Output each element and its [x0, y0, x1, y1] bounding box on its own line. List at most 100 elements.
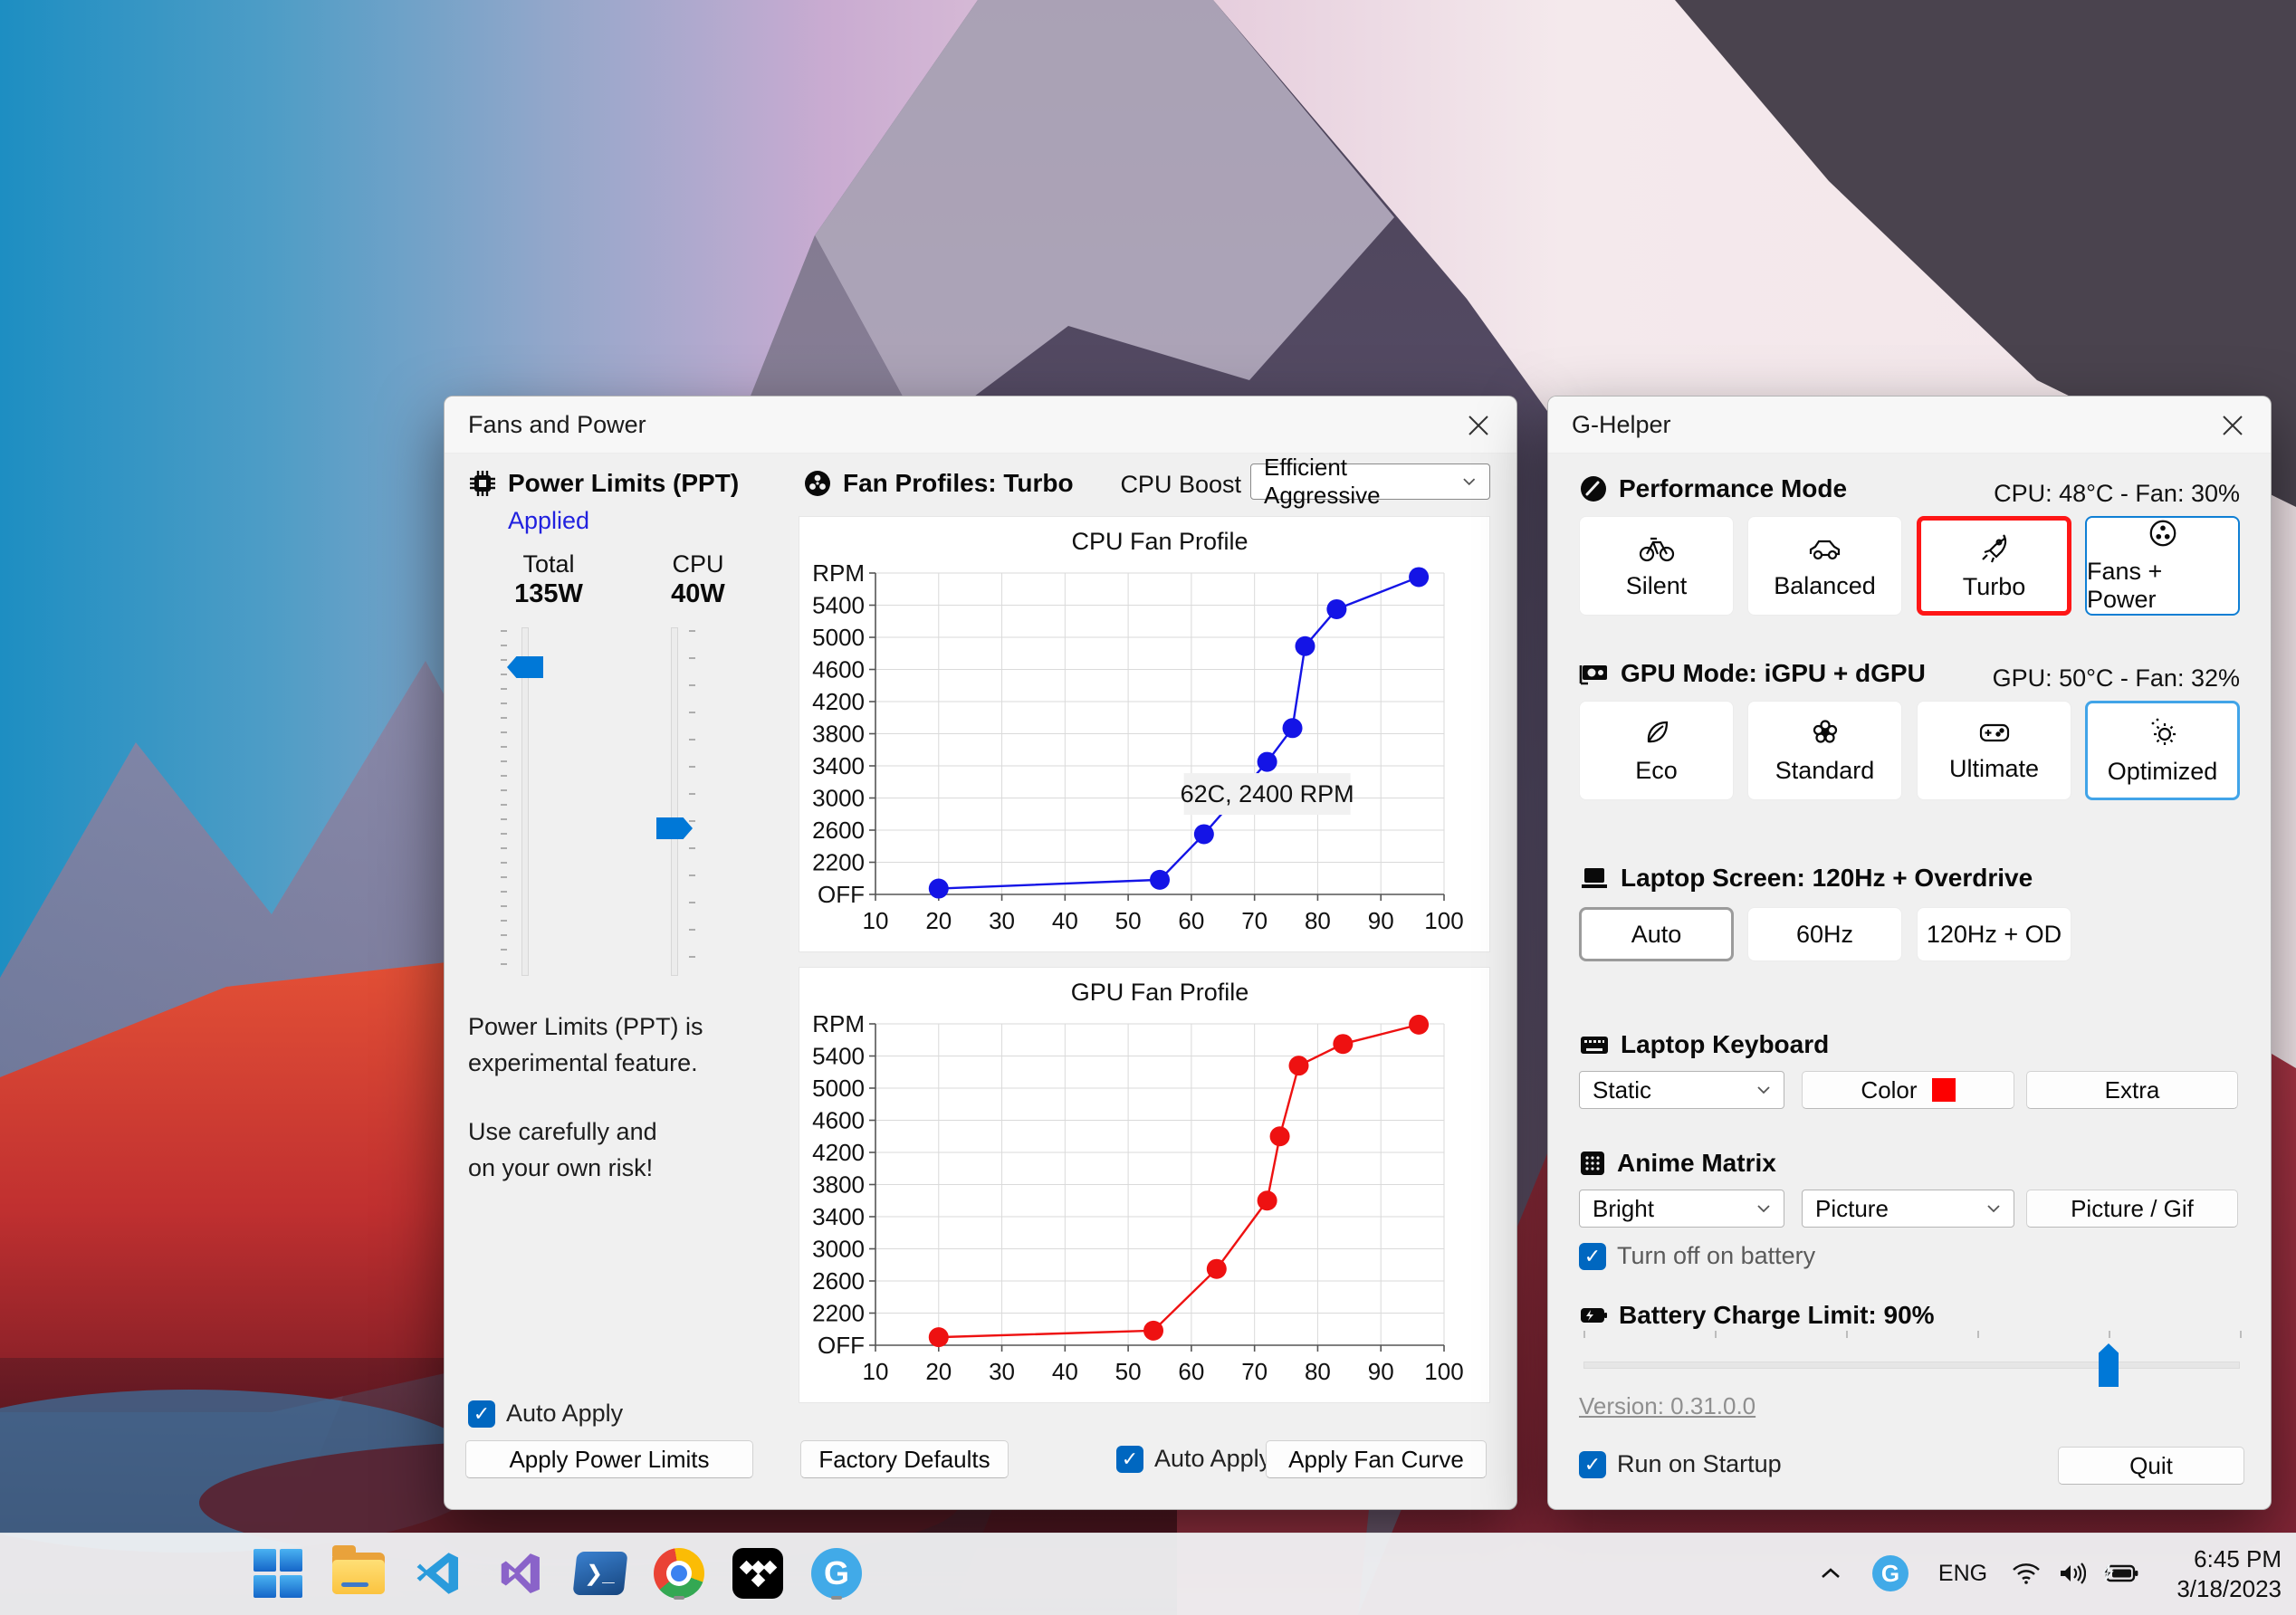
laptop-keyboard-header: Laptop Keyboard — [1579, 1030, 1829, 1059]
keyboard-mode-value: Static — [1593, 1075, 1652, 1104]
power-warning-1: Power Limits (PPT) is experimental featu… — [468, 1013, 703, 1076]
svg-text:60: 60 — [1178, 1358, 1204, 1385]
battery-icon[interactable] — [2095, 1544, 2146, 1602]
visual-studio-icon[interactable] — [491, 1544, 549, 1602]
wifi-icon[interactable] — [2003, 1544, 2050, 1602]
close-icon[interactable] — [1460, 407, 1497, 444]
screen-button-120hz-od[interactable]: 120Hz + OD — [1917, 907, 2071, 961]
keyboard-color-swatch — [1931, 1078, 1956, 1102]
taskbar: ❯_ G G ENG 6:45 PM 3/18/2023 — [0, 1533, 2296, 1615]
gpu-button-ultimate[interactable]: Ultimate — [1917, 701, 2071, 800]
keyboard-mode-dropdown[interactable]: Static — [1579, 1071, 1784, 1109]
battery-limit-slider[interactable] — [1583, 1331, 2242, 1387]
close-icon[interactable] — [2215, 407, 2251, 444]
gamepad-icon — [1979, 723, 2009, 741]
keyboard-color-button[interactable]: Color — [1802, 1071, 2014, 1109]
svg-text:5400: 5400 — [812, 592, 865, 619]
perf-button-balanced[interactable]: Balanced — [1747, 516, 1902, 616]
run-on-startup-row: ✓ Run on Startup — [1579, 1450, 1782, 1478]
matrix-battery-row: ✓ Turn off on battery — [1579, 1242, 1815, 1270]
factory-defaults-button[interactable]: Factory Defaults — [800, 1440, 1009, 1478]
matrix-mode-dropdown[interactable]: Picture — [1802, 1190, 2014, 1228]
battery-slider-track[interactable] — [1583, 1362, 2240, 1369]
cpu-slider-thumb[interactable] — [656, 817, 693, 839]
tray-ghelper-icon[interactable]: G — [1867, 1544, 1914, 1602]
cpu-label: CPU — [672, 550, 724, 578]
fans-window-titlebar: Fans and Power — [445, 397, 1516, 454]
start-button[interactable] — [249, 1544, 307, 1602]
version-link[interactable]: Version: 0.31.0.0 — [1579, 1392, 1755, 1420]
svg-text:80: 80 — [1305, 1358, 1331, 1385]
run-on-startup-checkbox[interactable]: ✓ — [1579, 1450, 1606, 1478]
speedometer-icon — [1581, 476, 1606, 502]
tray-chevron-up-icon[interactable] — [1811, 1544, 1851, 1602]
keyboard-extra-button[interactable]: Extra — [2026, 1071, 2238, 1109]
gpu-mode-header: GPU Mode: iGPU + dGPU — [1579, 659, 1926, 688]
fan-icon — [805, 471, 830, 496]
turn-off-on-battery-checkbox[interactable]: ✓ — [1579, 1242, 1606, 1270]
svg-text:5000: 5000 — [812, 1075, 865, 1102]
total-slider-thumb[interactable] — [507, 656, 543, 678]
turn-off-on-battery-label: Turn off on battery — [1617, 1242, 1816, 1269]
ghelper-taskbar-icon[interactable]: G — [808, 1544, 866, 1602]
fans-and-power-window: Fans and Power Power Limits (PPT) Applie… — [444, 396, 1517, 1510]
perf-button-silent[interactable]: Silent — [1579, 516, 1734, 616]
power-auto-apply-checkbox[interactable]: ✓ — [468, 1400, 495, 1428]
perf-button-turbo[interactable]: Turbo — [1917, 516, 2071, 616]
tidal-icon[interactable] — [729, 1544, 787, 1602]
svg-text:30: 30 — [989, 907, 1015, 934]
power-warning-2: Use carefully and on your own risk! — [468, 1118, 657, 1181]
svg-text:90: 90 — [1368, 907, 1394, 934]
svg-text:62C, 2400 RPM: 62C, 2400 RPM — [1181, 780, 1354, 808]
cpu-fan-chart[interactable]: CPU Fan Profile 10 20 30 40 50 60 70 80 90 100 OFF 2… — [799, 517, 1489, 951]
gpu-button-optimized[interactable]: Optimized — [2085, 701, 2240, 800]
ghelper-window: G-Helper Performance Mode CPU: 48°C - Fa… — [1547, 396, 2272, 1510]
svg-text:80: 80 — [1305, 907, 1331, 934]
total-slider-track[interactable] — [521, 627, 529, 976]
svg-text:20: 20 — [925, 1358, 952, 1385]
performance-mode-header: Performance Mode — [1579, 474, 1847, 503]
speaker-icon[interactable] — [2048, 1544, 2095, 1602]
quit-button[interactable]: Quit — [2058, 1447, 2244, 1485]
gpu-button-eco[interactable]: Eco — [1579, 701, 1734, 800]
desktop: Fans and Power Power Limits (PPT) Applie… — [0, 0, 2296, 1615]
cpu-slider-track[interactable] — [671, 627, 678, 976]
gpu-button-standard[interactable]: Standard — [1747, 701, 1902, 800]
matrix-brightness-dropdown[interactable]: Bright — [1579, 1190, 1784, 1228]
cpu-boost-dropdown[interactable]: Efficient Aggressive — [1250, 454, 1490, 509]
tray-language[interactable]: ENG — [1934, 1544, 1992, 1602]
total-slider-ticks — [501, 630, 507, 976]
screen-button-auto[interactable]: Auto — [1579, 907, 1734, 961]
fan-auto-apply-row: ✓ Auto Apply — [1116, 1445, 1271, 1473]
screen-button-60hz[interactable]: 60Hz — [1747, 907, 1902, 961]
chrome-icon[interactable] — [650, 1544, 708, 1602]
svg-text:3400: 3400 — [812, 1203, 865, 1230]
gpu-card-icon — [1579, 665, 1607, 685]
svg-text:10: 10 — [863, 907, 889, 934]
svg-text:4200: 4200 — [812, 1139, 865, 1166]
laptop-screen-header: Laptop Screen: 120Hz + Overdrive — [1579, 864, 2033, 893]
fan-auto-apply-checkbox[interactable]: ✓ — [1116, 1445, 1143, 1473]
cpu-chip-icon — [470, 471, 495, 496]
battery-bolt-icon — [1581, 1308, 1607, 1323]
battery-slider-thumb[interactable] — [2099, 1343, 2119, 1387]
svg-text:RPM: RPM — [812, 1010, 865, 1037]
battery-charge-header: Battery Charge Limit: 90% — [1579, 1301, 1935, 1330]
chevron-down-icon — [1463, 478, 1476, 486]
svg-text:30: 30 — [989, 1358, 1015, 1385]
smart-gear-icon — [2151, 718, 2176, 745]
chevron-down-icon — [1757, 1205, 1770, 1213]
svg-text:5000: 5000 — [812, 624, 865, 651]
anime-matrix-header: Anime Matrix — [1579, 1149, 1776, 1178]
svg-text:100: 100 — [1424, 907, 1463, 934]
perf-button-fans-power[interactable]: Fans + Power — [2085, 516, 2240, 616]
vscode-icon[interactable] — [410, 1544, 468, 1602]
file-explorer-icon[interactable] — [330, 1544, 387, 1602]
svg-text:3800: 3800 — [812, 1171, 865, 1199]
powershell-icon[interactable]: ❯_ — [571, 1544, 629, 1602]
apply-fan-curve-button[interactable]: Apply Fan Curve — [1266, 1440, 1487, 1478]
apply-power-limits-button[interactable]: Apply Power Limits — [465, 1440, 753, 1478]
tray-clock[interactable]: 6:45 PM 3/18/2023 — [2176, 1544, 2282, 1604]
matrix-picture-gif-button[interactable]: Picture / Gif — [2026, 1190, 2238, 1228]
gpu-fan-chart[interactable]: GPU Fan Profile 10 20 30 40 50 60 70 80 90 100 OFF 2… — [799, 968, 1489, 1402]
